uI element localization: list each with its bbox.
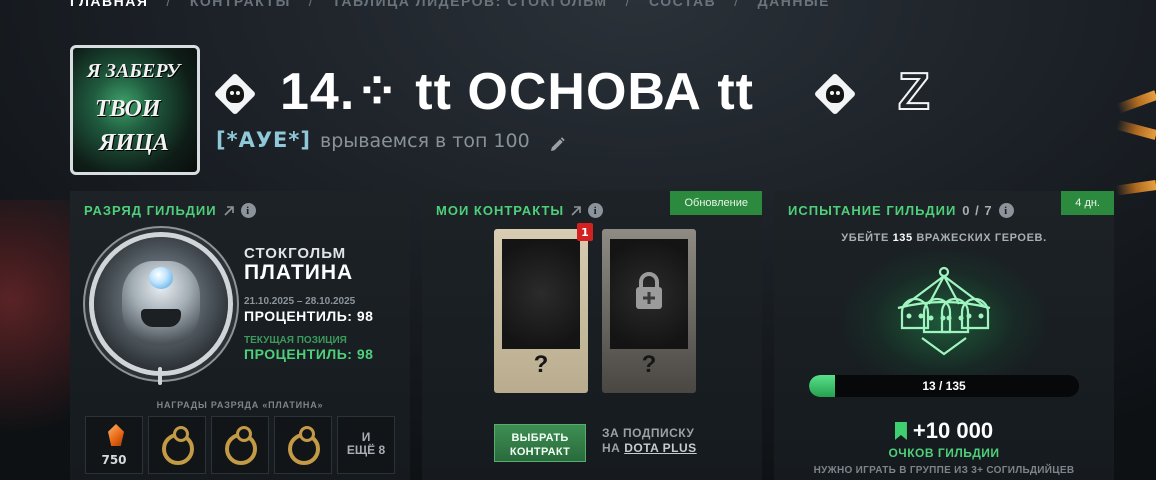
guild-challenge-panel: ИСПЫТАНИЕ ГИЛЬДИИ 0 / 7 i 4 дн. УБЕЙТЕ 1…	[774, 191, 1114, 480]
shard-icon	[108, 424, 124, 446]
reward-more-line1: И	[361, 430, 371, 444]
reward-shards[interactable]: 750	[85, 416, 143, 474]
rank-name: ПЛАТИНА	[244, 261, 354, 284]
breadcrumb-separator: /	[734, 0, 740, 9]
contract-card-locked[interactable]: ?	[602, 229, 696, 393]
platinum-rank-medal	[94, 237, 228, 385]
info-icon[interactable]: i	[998, 203, 1014, 218]
contract-card-question: ?	[641, 351, 657, 378]
reward-shards-amount: 750	[101, 453, 127, 467]
new-contract-badge: 1	[577, 223, 593, 241]
breadcrumb-home[interactable]: ГЛАВНАЯ	[70, 0, 148, 9]
challenge-requirement: НУЖНО ИГРАТЬ В ГРУППЕ ИЗ 3+ СОГИЛЬДИЙЦЕВ	[813, 465, 1075, 476]
reward-more-line2: ЕЩЁ 8	[346, 443, 386, 457]
contracts-title: МОИ КОНТРАКТЫ	[436, 203, 565, 218]
guild-z-emblem: Z	[897, 63, 931, 121]
dota-plus-note-prefix: НА	[602, 441, 621, 455]
background-left-decor	[0, 200, 70, 480]
guild-name: 14.⁘ tt ОСНОВА tt	[280, 63, 754, 121]
breadcrumb-contracts[interactable]: КОНТРАКТЫ	[190, 0, 291, 9]
challenge-task-post: ВРАЖЕСКИХ ГЕРОЕВ.	[916, 232, 1047, 244]
info-icon[interactable]: i	[588, 203, 604, 218]
contract-card-question: ?	[533, 351, 549, 378]
dota-plus-link[interactable]: DOTA PLUS	[624, 441, 697, 455]
pencil-icon[interactable]	[548, 136, 566, 154]
skull-diamond-icon	[813, 72, 857, 116]
guild-logo-text-2: ТВОИ	[95, 96, 161, 122]
dota-plus-note-line1: ЗА ПОДПИСКУ	[602, 426, 695, 440]
challenge-progress-label: 13 / 135	[922, 379, 966, 393]
challenge-progress-bar: 13 / 135	[809, 375, 1079, 397]
challenge-title: ИСПЫТАНИЕ ГИЛЬДИИ	[788, 203, 957, 218]
pick-contract-label-2: КОНТРАКТ	[509, 446, 571, 458]
dota-plus-note: ЗА ПОДПИСКУ НА DOTA PLUS	[602, 426, 697, 456]
breadcrumb-separator: /	[166, 0, 172, 9]
guild-points-icon	[894, 422, 907, 440]
challenge-task-number: 135	[892, 232, 913, 244]
challenge-task: УБЕЙТЕ 135 ВРАЖЕСКИХ ГЕРОЕВ.	[774, 232, 1114, 244]
breadcrumb-separator: /	[308, 0, 315, 9]
ring-icon	[225, 426, 257, 465]
guild-logo[interactable]: Я ЗАБЕРУ ТВОИ ЯИЦА	[70, 45, 200, 175]
challenge-count: 0 / 7	[962, 203, 993, 218]
skull-diamond-icon	[213, 72, 257, 116]
reward-ring[interactable]	[211, 416, 269, 474]
guild-rank-panel: РАЗРЯД ГИЛЬДИИ i СТОКГОЛЬМ ПЛАТИНА 21.10…	[70, 191, 410, 480]
guild-logo-text-1: Я ЗАБЕРУ	[87, 60, 181, 82]
breadcrumb-separator: /	[625, 0, 631, 9]
guild-points-label: ОЧКОВ ГИЛЬДИИ	[888, 446, 1000, 460]
challenge-task-pre: УБЕЙТЕ	[841, 232, 889, 244]
external-link-icon	[571, 205, 581, 216]
reward-ring[interactable]	[274, 416, 332, 474]
rank-dates: 21.10.2025 – 28.10.2025	[244, 296, 356, 307]
ring-icon	[288, 426, 320, 465]
reward-more[interactable]: И ЕЩЁ 8	[337, 416, 395, 474]
ring-icon	[162, 426, 194, 465]
challenge-reward-points: +10 000	[912, 418, 994, 443]
reward-ring[interactable]	[148, 416, 206, 474]
guild-motto: врываемся в топ 100	[320, 130, 530, 152]
breadcrumb-data[interactable]: ДАННЫЕ	[758, 0, 830, 9]
breadcrumb: ГЛАВНАЯ / КОНТРАКТЫ / ТАБЛИЦА ЛИДЕРОВ: С…	[70, 0, 830, 10]
rank-percentile: ПРОЦЕНТИЛЬ: 98	[244, 308, 374, 324]
guild-tag: [*АУЕ*]	[216, 128, 311, 152]
skull-chandelier-icon	[897, 266, 991, 356]
challenge-title-row[interactable]: ИСПЫТАНИЕ ГИЛЬДИИ 0 / 7 i	[788, 203, 1014, 218]
breadcrumb-roster[interactable]: СОСТАВ	[649, 0, 716, 9]
background-right-decor	[1110, 60, 1156, 220]
info-icon[interactable]: i	[240, 203, 256, 218]
guild-logo-text-3: ЯИЦА	[99, 130, 169, 156]
pick-contract-button[interactable]: ВЫБРАТЬ КОНТРАКТ	[494, 424, 586, 462]
guild-rank-title-row[interactable]: РАЗРЯД ГИЛЬДИИ i	[84, 203, 256, 218]
refresh-tag[interactable]: Обновление	[670, 191, 762, 215]
contracts-panel: МОИ КОНТРАКТЫ i Обновление ? 1 ? ВЫБРАТЬ…	[422, 191, 762, 480]
lock-icon	[636, 272, 662, 309]
challenge-reward: +10 000	[774, 418, 1114, 444]
pick-contract-label-1: ВЫБРАТЬ	[511, 432, 569, 444]
breadcrumb-leaderboard[interactable]: ТАБЛИЦА ЛИДЕРОВ: СТОКГОЛЬМ	[332, 0, 607, 9]
contract-card[interactable]: ?	[494, 229, 588, 393]
rank-rewards-title: НАГРАДЫ РАЗРЯДА «ПЛАТИНА»	[156, 400, 324, 410]
current-position-label: ТЕКУЩАЯ ПОЗИЦИЯ	[244, 335, 347, 346]
external-link-icon	[224, 205, 234, 216]
contracts-title-row[interactable]: МОИ КОНТРАКТЫ i	[436, 203, 604, 218]
rank-city: СТОКГОЛЬМ	[244, 245, 347, 262]
current-percentile: ПРОЦЕНТИЛЬ: 98	[244, 346, 374, 362]
days-left-tag: 4 дн.	[1061, 191, 1114, 215]
guild-rank-title: РАЗРЯД ГИЛЬДИИ	[84, 203, 217, 218]
